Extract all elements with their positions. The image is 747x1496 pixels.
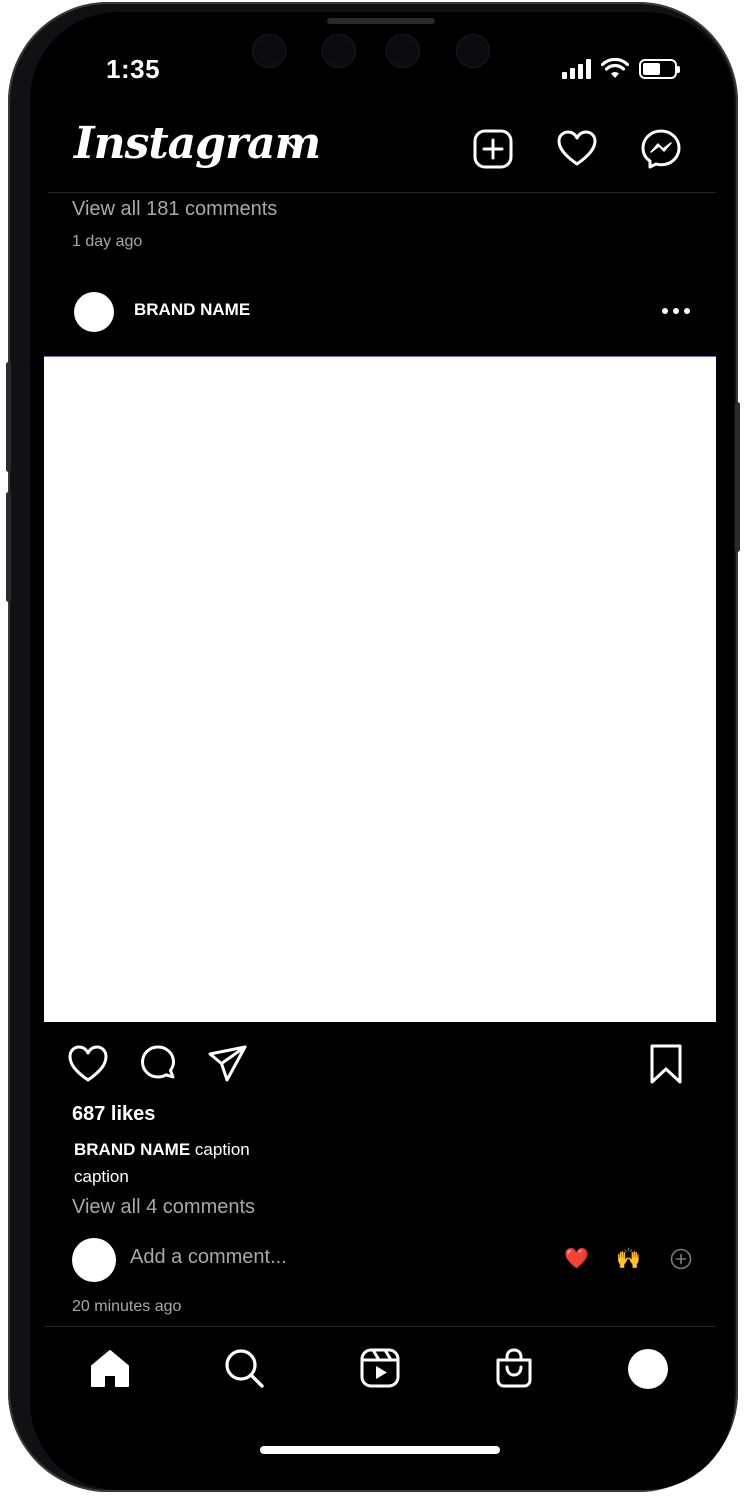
profile-avatar[interactable] <box>628 1349 668 1389</box>
camera-dot <box>252 34 286 68</box>
previous-post-view-comments[interactable]: View all 181 comments <box>72 198 277 221</box>
add-emoji-icon[interactable] <box>670 1248 692 1270</box>
caption-username[interactable]: BRAND NAME <box>74 1140 190 1159</box>
avatar[interactable] <box>74 292 114 332</box>
chevron-down-icon[interactable] <box>284 138 306 152</box>
wifi-icon <box>601 58 629 78</box>
share-icon[interactable] <box>206 1042 250 1086</box>
like-icon[interactable] <box>66 1042 110 1086</box>
sensor-dot <box>386 34 420 68</box>
sensor-dot <box>456 34 490 68</box>
post-timestamp: 20 minutes ago <box>72 1298 182 1315</box>
phone-side-button <box>735 402 740 552</box>
home-indicator[interactable] <box>260 1446 500 1454</box>
phone-frame: 1:35 Instagram View all 181 comments 1 d… <box>6 2 740 1492</box>
quick-emoji-raised-hands[interactable]: 🙌 <box>616 1246 641 1271</box>
home-icon[interactable] <box>88 1346 132 1390</box>
bookmark-icon[interactable] <box>644 1042 688 1086</box>
new-post-icon[interactable] <box>472 128 514 170</box>
view-all-comments-link[interactable]: View all 4 comments <box>72 1196 255 1219</box>
post-header: BRAND NAME <box>30 290 734 334</box>
reels-icon[interactable] <box>358 1346 402 1390</box>
quick-emoji-heart[interactable]: ❤️ <box>564 1246 589 1271</box>
header-divider <box>48 192 716 193</box>
cellular-signal-icon <box>562 59 591 79</box>
post-caption: BRAND NAME caption caption <box>74 1136 374 1190</box>
like-count[interactable]: 687 likes <box>72 1103 155 1126</box>
caption-text-continued: caption <box>74 1167 129 1186</box>
caption-text: caption <box>194 1140 250 1159</box>
shop-icon[interactable] <box>492 1346 536 1390</box>
phone-side-button <box>6 362 11 472</box>
tabbar-divider <box>44 1326 716 1327</box>
post-image[interactable] <box>44 356 716 1022</box>
sensor-dot <box>322 34 356 68</box>
previous-post-timestamp: 1 day ago <box>72 233 143 250</box>
phone-side-button <box>6 492 11 602</box>
battery-icon <box>639 59 680 79</box>
avatar <box>72 1238 116 1282</box>
bottom-tab-bar <box>30 1346 734 1398</box>
status-icons <box>562 58 680 80</box>
more-options-icon[interactable] <box>662 308 690 314</box>
comment-input[interactable] <box>130 1246 430 1269</box>
search-icon[interactable] <box>222 1346 266 1390</box>
status-time: 1:35 <box>106 54 161 84</box>
heart-icon[interactable] <box>556 128 598 170</box>
screen: 1:35 Instagram View all 181 comments 1 d… <box>30 12 734 1490</box>
app-header: Instagram <box>30 112 734 192</box>
post-actions <box>30 1042 734 1086</box>
messenger-icon[interactable] <box>640 128 682 170</box>
earpiece-speaker <box>327 18 435 24</box>
post-username[interactable]: BRAND NAME <box>134 300 250 320</box>
comment-icon[interactable] <box>136 1042 180 1086</box>
add-comment-row: ❤️ 🙌 <box>30 1236 734 1282</box>
